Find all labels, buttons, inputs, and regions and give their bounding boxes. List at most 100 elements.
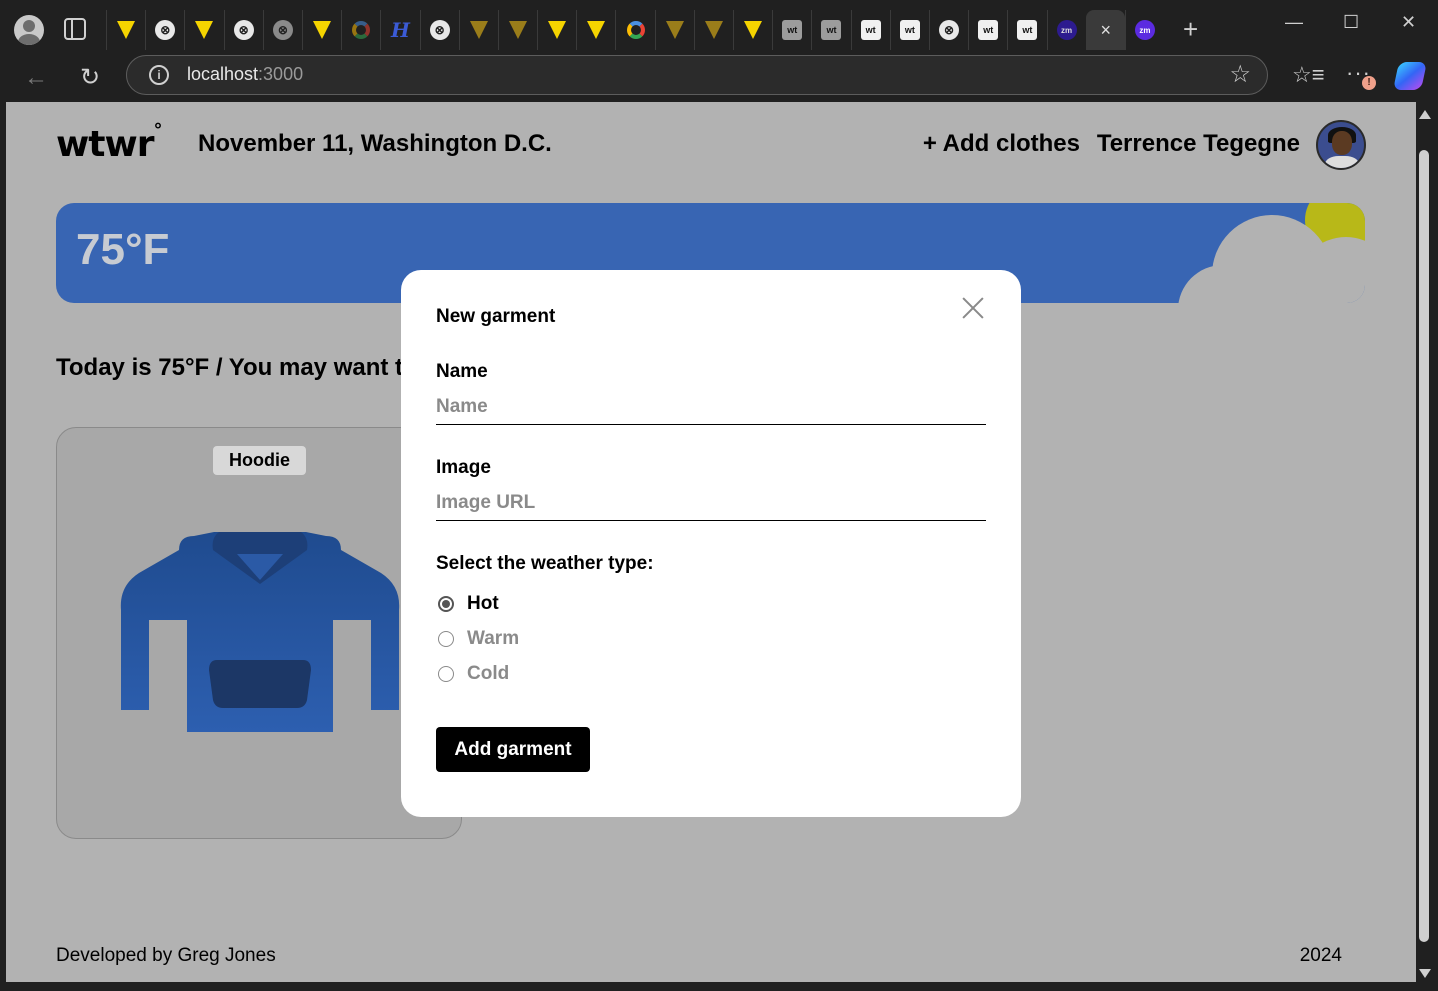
radio-warm[interactable] [438, 631, 454, 647]
doc-icon: ⊗ [939, 20, 960, 40]
radio-label-warm: Warm [467, 628, 520, 649]
address-bar[interactable]: i localhost:3000 ☆ [126, 55, 1268, 95]
clothing-card-name: Hoodie [213, 446, 306, 475]
vite-icon [508, 21, 527, 39]
vite-icon [313, 21, 332, 39]
copilot-icon[interactable] [1393, 62, 1427, 90]
footer-year: 2024 [1299, 945, 1342, 966]
doc-icon: ⊗ [233, 20, 254, 40]
bookmark-star-icon[interactable]: ☆ [1229, 60, 1251, 89]
date-location: November 11, Washington D.C. [198, 130, 552, 157]
window-close-icon[interactable]: ✕ [1401, 12, 1416, 33]
url-port: :3000 [258, 64, 304, 84]
logo-text: wtwr [56, 124, 154, 165]
reload-icon[interactable]: ↻ [80, 63, 100, 92]
image-label: Image [436, 457, 491, 478]
h-icon: H [390, 18, 410, 42]
zm-icon: zm [1056, 20, 1077, 40]
browser-tab[interactable]: ⊗ [223, 10, 263, 50]
username: Terrence Tegegne [1096, 130, 1300, 157]
minimize-icon[interactable]: — [1285, 12, 1303, 33]
browser-tab[interactable]: wt [811, 10, 850, 50]
browser-tab[interactable]: H [380, 10, 419, 50]
browser-tab[interactable]: wt [1007, 10, 1046, 50]
doc-icon: ⊗ [155, 20, 176, 40]
wt-icon: wt [821, 20, 842, 40]
google-icon [626, 21, 645, 39]
radio-cold[interactable] [438, 666, 454, 682]
favorites-icon[interactable]: ☆≡ [1292, 62, 1325, 88]
app-header: wtwr° November 11, Washington D.C. + Add… [56, 120, 1366, 170]
radio-option-hot[interactable]: Hot [438, 593, 499, 615]
browser-tab[interactable] [654, 10, 694, 50]
browser-toolbar: ← ↻ i localhost:3000 ☆ ☆≡ ··· ! [0, 55, 1438, 98]
doc-icon: ⊗ [429, 20, 450, 40]
google-icon [352, 21, 371, 39]
browser-tab-active[interactable]: × [1085, 10, 1125, 50]
browser-tab[interactable]: ⊗ [262, 10, 302, 50]
url-text[interactable]: localhost:3000 [187, 64, 303, 85]
wt-icon: wt [782, 20, 803, 40]
doc-icon: ⊗ [272, 20, 293, 40]
radio-hot[interactable] [438, 596, 454, 612]
browser-tab[interactable]: wt [772, 10, 811, 50]
info-icon[interactable]: i [149, 65, 169, 85]
close-icon[interactable] [959, 294, 987, 322]
browser-tab[interactable]: ⊗ [419, 10, 459, 50]
tab-actions-icon[interactable] [64, 18, 86, 40]
add-garment-button[interactable]: Add garment [436, 727, 590, 772]
wt-icon: wt [978, 20, 999, 40]
browser-tab[interactable] [301, 10, 341, 50]
zm-icon: zm [1134, 20, 1155, 40]
tab-list: ⊗ ⊗ ⊗ H ⊗ wt wt wt wt ⊗ wt wt zm × zm [106, 10, 1164, 50]
scroll-up-arrow-icon[interactable] [1419, 110, 1431, 119]
browser-tab[interactable] [458, 10, 498, 50]
browser-tab[interactable]: zm [1124, 10, 1164, 50]
radio-option-warm[interactable]: Warm [438, 628, 519, 650]
radio-label-hot: Hot [467, 593, 499, 614]
browser-tab[interactable] [733, 10, 772, 50]
browser-tab[interactable] [615, 10, 654, 50]
browser-tab[interactable]: wt [850, 10, 890, 50]
scroll-down-arrow-icon[interactable] [1419, 969, 1431, 978]
user-avatar[interactable] [1316, 120, 1366, 170]
browser-tab[interactable] [341, 10, 380, 50]
footer-developer: Developed by Greg Jones [56, 945, 276, 966]
browser-tab[interactable]: zm [1046, 10, 1086, 50]
modal-title: New garment [436, 306, 556, 327]
browser-tab[interactable] [537, 10, 576, 50]
browser-tab[interactable] [576, 10, 615, 50]
browser-tab[interactable] [184, 10, 223, 50]
back-arrow-icon[interactable]: ← [24, 64, 48, 92]
vite-icon [587, 21, 606, 39]
radio-option-cold[interactable]: Cold [438, 663, 509, 685]
browser-tab[interactable] [693, 10, 733, 50]
new-garment-modal: New garment Name Image Select the weathe… [401, 270, 1021, 817]
vite-icon [704, 21, 723, 39]
profile-avatar-icon[interactable] [14, 15, 44, 45]
close-icon[interactable]: × [1101, 20, 1112, 41]
url-host: localhost [187, 64, 259, 84]
page-scrollbar[interactable] [1416, 102, 1432, 982]
notification-badge: ! [1362, 76, 1376, 90]
browser-tab[interactable]: wt [889, 10, 929, 50]
browser-tab[interactable] [106, 10, 145, 50]
maximize-icon[interactable]: ☐ [1343, 12, 1359, 33]
wt-icon: wt [860, 20, 881, 40]
scrollbar-thumb[interactable] [1419, 150, 1429, 942]
image-url-input[interactable] [436, 485, 986, 521]
name-input[interactable] [436, 389, 986, 425]
hoodie-icon [120, 532, 400, 732]
browser-tab[interactable] [497, 10, 537, 50]
browser-tab[interactable]: ⊗ [928, 10, 968, 50]
add-clothes-button[interactable]: + Add clothes [923, 130, 1080, 158]
logo[interactable]: wtwr° [56, 120, 162, 165]
avatar-head [1332, 131, 1352, 155]
browser-tab[interactable]: wt [968, 10, 1007, 50]
new-tab-icon[interactable]: + [1183, 16, 1198, 42]
radio-label-cold: Cold [467, 663, 510, 684]
weather-temperature: 75°F [76, 225, 170, 274]
browser-tabstrip: ⊗ ⊗ ⊗ H ⊗ wt wt wt wt ⊗ wt wt zm × zm + … [0, 0, 1438, 58]
logo-degree: ° [153, 120, 162, 141]
browser-tab[interactable]: ⊗ [145, 10, 184, 50]
